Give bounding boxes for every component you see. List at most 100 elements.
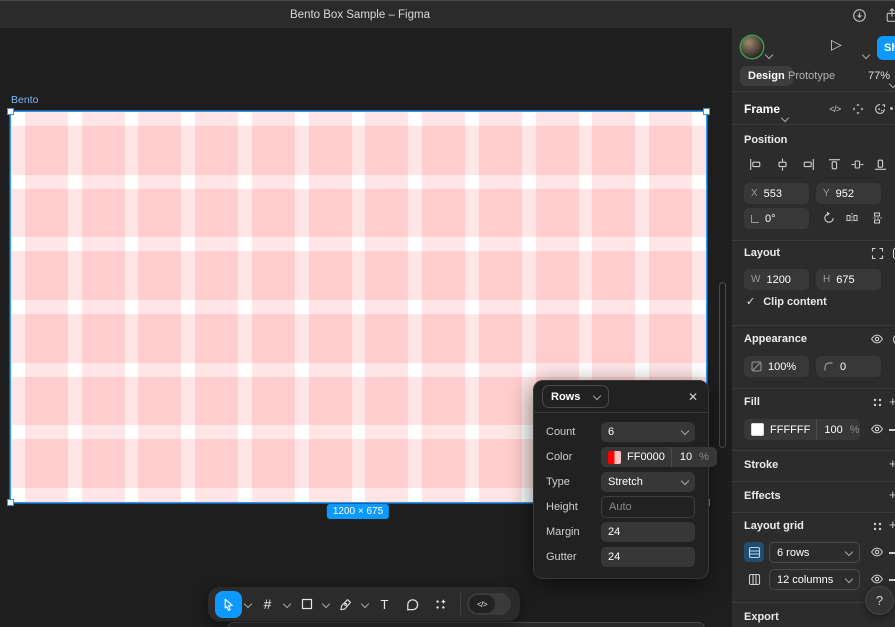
canvas-scrollbar[interactable]	[719, 282, 726, 448]
remove-fill-icon[interactable]	[889, 429, 895, 431]
grid-type-value: Rows	[551, 391, 580, 403]
eye-icon[interactable]	[869, 331, 885, 347]
align-vertical-center-icon[interactable]	[849, 156, 865, 172]
grid-row-stripe	[11, 251, 706, 300]
move-tool-chevron[interactable]	[243, 601, 253, 607]
fill-swatch[interactable]	[751, 423, 764, 436]
remove-grid-icon[interactable]	[889, 579, 895, 581]
divider	[732, 124, 895, 125]
share-button[interactable]: Share	[877, 36, 895, 60]
divider	[732, 450, 895, 451]
type-label: Type	[546, 476, 601, 488]
columns-grid-icon[interactable]	[744, 569, 764, 589]
add-stroke-icon[interactable]: +	[889, 456, 895, 471]
fill-hex-value[interactable]: FFFFFF	[770, 424, 810, 436]
actions-tool[interactable]	[427, 591, 454, 618]
eye-icon[interactable]	[869, 571, 885, 587]
avatar-chevron-icon[interactable]	[766, 45, 772, 63]
rotate-icon[interactable]	[821, 210, 837, 226]
flip-horizontal-icon[interactable]	[844, 210, 860, 226]
add-grid-icon[interactable]: +	[889, 517, 895, 532]
add-effect-icon[interactable]: +	[889, 487, 895, 502]
grid-type-select[interactable]: Rows	[542, 385, 609, 408]
x-position-input[interactable]: X 553	[744, 183, 809, 204]
actions-icon[interactable]	[872, 101, 888, 117]
align-top-icon[interactable]	[826, 156, 842, 172]
color-field[interactable]: FF0000 10 %	[601, 447, 717, 467]
present-play-icon[interactable]: ▷	[831, 36, 842, 53]
help-button[interactable]: ?	[865, 586, 894, 615]
tab-prototype[interactable]: Prototype	[788, 70, 835, 82]
selection-handle-top-left[interactable]	[7, 108, 14, 115]
align-horizontal-center-icon[interactable]	[774, 156, 790, 172]
more-dot-icon[interactable]	[890, 107, 893, 110]
frame-tool-chevron[interactable]	[282, 601, 292, 607]
component-icon[interactable]	[850, 101, 866, 117]
move-tool[interactable]	[215, 591, 242, 618]
color-hex-value[interactable]: FF0000	[627, 451, 665, 463]
align-bottom-icon[interactable]	[872, 156, 888, 172]
gutter-input[interactable]: 24	[601, 547, 695, 567]
clip-content-row[interactable]: ✓ Clip content	[746, 295, 827, 308]
height-input[interactable]: Auto	[601, 496, 695, 518]
pen-tool-chevron[interactable]	[360, 601, 370, 607]
selection-handle-top-right[interactable]	[703, 108, 710, 115]
fill-opacity-field[interactable]: 100 %	[816, 419, 866, 440]
eye-icon[interactable]	[869, 544, 885, 560]
type-select[interactable]: Stretch	[601, 472, 695, 492]
shape-tool-chevron[interactable]	[321, 601, 331, 607]
selection-type-label[interactable]: Frame	[744, 102, 780, 116]
zoom-chevron-icon[interactable]	[890, 74, 895, 92]
present-chevron-icon[interactable]	[863, 45, 869, 63]
device-icon[interactable]	[890, 245, 895, 261]
bottom-bar-peek[interactable]	[227, 622, 705, 627]
rows-grid-value: 6 rows	[777, 547, 809, 559]
styles-icon[interactable]	[869, 518, 885, 534]
shape-tool[interactable]	[293, 591, 320, 618]
code-icon[interactable]: </>	[827, 101, 843, 117]
styles-icon[interactable]	[869, 394, 885, 410]
eye-icon[interactable]	[869, 421, 885, 437]
clip-content-label: Clip content	[763, 296, 827, 308]
resize-to-fit-icon[interactable]	[869, 245, 885, 261]
tab-design[interactable]: Design	[740, 66, 793, 86]
add-fill-icon[interactable]: +	[889, 394, 895, 409]
fill-color-field[interactable]: FFFFFF 100 %	[744, 419, 860, 440]
variable-icon[interactable]	[890, 331, 895, 347]
checkbox-check-icon[interactable]: ✓	[746, 295, 755, 308]
x-prefix: X	[751, 188, 758, 199]
export-share-icon[interactable]	[884, 7, 895, 24]
height-label: Height	[546, 501, 601, 513]
grid-row-stripe	[11, 189, 706, 238]
flip-vertical-icon[interactable]	[869, 210, 885, 226]
comment-tool[interactable]	[399, 591, 426, 618]
width-input[interactable]: W 1200	[744, 269, 809, 290]
rows-grid-select[interactable]: 6 rows	[769, 542, 860, 563]
download-icon[interactable]	[852, 8, 867, 23]
color-opacity-field[interactable]: 10 %	[671, 447, 717, 467]
y-position-input[interactable]: Y 952	[816, 183, 881, 204]
align-left-icon[interactable]	[747, 156, 763, 172]
avatar[interactable]	[741, 36, 763, 58]
frame-tool[interactable]: #	[254, 591, 281, 618]
text-tool[interactable]: T	[371, 591, 398, 618]
close-icon[interactable]: ✕	[688, 390, 698, 404]
columns-grid-select[interactable]: 12 columns	[769, 569, 860, 590]
height-input-field[interactable]: H 675	[816, 269, 881, 290]
margin-input[interactable]: 24	[601, 522, 695, 542]
count-select[interactable]: 6	[601, 422, 695, 442]
rows-grid-icon[interactable]	[744, 542, 764, 562]
zoom-level[interactable]: 77%	[868, 70, 890, 82]
rotation-input[interactable]: 0°	[744, 208, 809, 229]
remove-grid-icon[interactable]	[889, 552, 895, 554]
corner-radius-input[interactable]: 0	[816, 356, 881, 377]
frame-name-label[interactable]: Bento	[11, 94, 38, 106]
divider	[732, 481, 895, 482]
color-swatch[interactable]	[608, 451, 621, 464]
selection-handle-bottom-left[interactable]	[7, 499, 14, 506]
align-right-icon[interactable]	[800, 156, 816, 172]
chevron-down-icon	[593, 391, 601, 399]
dev-mode-toggle[interactable]: </>	[467, 593, 511, 615]
pen-tool[interactable]	[332, 591, 359, 618]
opacity-input[interactable]: 100%	[744, 356, 809, 377]
